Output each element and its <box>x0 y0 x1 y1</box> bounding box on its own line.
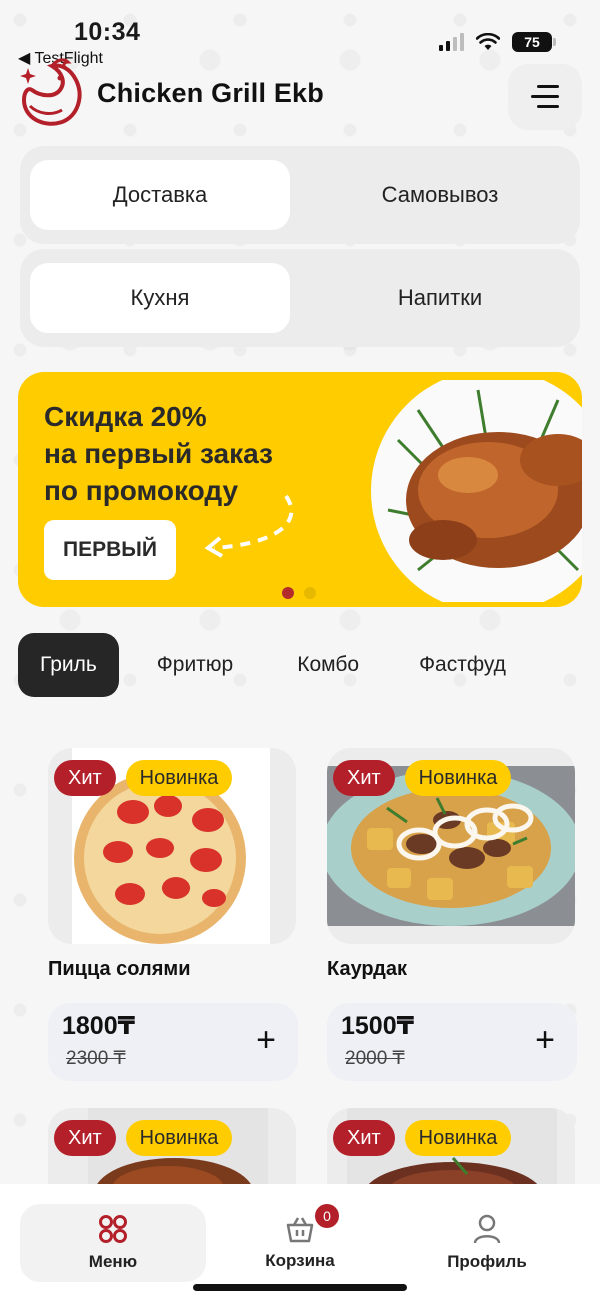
promo-code: ПЕРВЫЙ <box>44 520 176 580</box>
nav-menu[interactable]: Меню <box>20 1204 206 1282</box>
category-fryer[interactable]: Фритюр <box>135 633 255 697</box>
product-price: 1500₸ <box>341 1012 415 1040</box>
nav-cart[interactable]: 0 Корзина <box>207 1204 393 1282</box>
product-name[interactable]: Пицца солями <box>48 958 191 981</box>
product-badges: Хит Новинка <box>333 1120 512 1156</box>
add-to-cart-button[interactable]: + <box>256 1023 276 1057</box>
battery-indicator: 75 <box>512 32 556 52</box>
product-badges: Хит Новинка <box>333 760 512 796</box>
chicken-logo-icon <box>16 56 86 130</box>
product-badges: Хит Новинка <box>54 1120 233 1156</box>
tab-pickup[interactable]: Самовывоз <box>310 160 570 230</box>
carousel-dot[interactable] <box>304 587 316 599</box>
carousel-dots <box>282 587 316 599</box>
carousel-dot-active[interactable] <box>282 587 294 599</box>
product-card-image[interactable]: Хит Новинка <box>48 748 296 944</box>
banner-line-2: на первый заказ <box>44 438 273 469</box>
badge-new: Новинка <box>125 1120 233 1156</box>
product-name[interactable]: Каурдак <box>327 958 407 981</box>
category-grill[interactable]: Гриль <box>18 633 119 697</box>
brand-name: Chicken Grill Ekb <box>97 78 324 108</box>
menu-grid-icon <box>99 1215 127 1243</box>
badge-new: Новинка <box>404 1120 512 1156</box>
category-fastfood[interactable]: Фастфуд <box>397 633 528 697</box>
badge-hit: Хит <box>333 760 395 796</box>
tab-delivery[interactable]: Доставка <box>30 160 290 230</box>
tab-kitchen[interactable]: Кухня <box>30 263 290 333</box>
nav-profile-label: Профиль <box>447 1252 527 1271</box>
dashed-arrow-icon <box>204 494 294 558</box>
menu-button[interactable] <box>508 64 582 130</box>
price-block: 1500₸ 2000 ₸ + <box>327 1003 577 1081</box>
product-badges: Хит Новинка <box>54 760 233 796</box>
badge-hit: Хит <box>333 1120 395 1156</box>
badge-hit: Хит <box>54 760 116 796</box>
product-card-image[interactable]: Хит Новинка <box>327 748 575 944</box>
basket-icon <box>286 1217 314 1243</box>
product-price: 1800₸ <box>62 1012 136 1040</box>
nav-profile[interactable]: Профиль <box>394 1204 580 1282</box>
category-combo[interactable]: Комбо <box>275 633 381 697</box>
promo-banner[interactable]: Скидка 20% на первый заказ по промокоду … <box>18 372 582 607</box>
hamburger-icon <box>531 85 559 109</box>
cart-count-badge: 0 <box>315 1204 339 1228</box>
add-to-cart-button[interactable]: + <box>535 1023 555 1057</box>
status-time: 10:34 <box>74 18 141 46</box>
section-type-switch: Кухня Напитки <box>20 249 580 347</box>
signal-icon <box>439 33 464 51</box>
tab-drinks[interactable]: Напитки <box>310 263 570 333</box>
badge-new: Новинка <box>404 760 512 796</box>
profile-icon <box>473 1214 501 1244</box>
product-old-price: 2300 ₸ <box>66 1048 126 1069</box>
product-old-price: 2000 ₸ <box>345 1048 405 1069</box>
badge-new: Новинка <box>125 760 233 796</box>
home-indicator <box>193 1284 407 1291</box>
badge-hit: Хит <box>54 1120 116 1156</box>
nav-menu-label: Меню <box>88 1252 138 1271</box>
category-chips: Гриль Фритюр Комбо Фастфуд <box>18 633 528 697</box>
status-icons: 75 <box>439 32 556 52</box>
banner-line-1: Скидка 20% <box>44 401 207 432</box>
price-block: 1800₸ 2300 ₸ + <box>48 1003 298 1081</box>
nav-cart-label: Корзина <box>265 1251 335 1270</box>
wifi-icon <box>476 33 500 50</box>
roast-chicken-image <box>371 380 582 602</box>
order-type-switch: Доставка Самовывоз <box>20 146 580 244</box>
